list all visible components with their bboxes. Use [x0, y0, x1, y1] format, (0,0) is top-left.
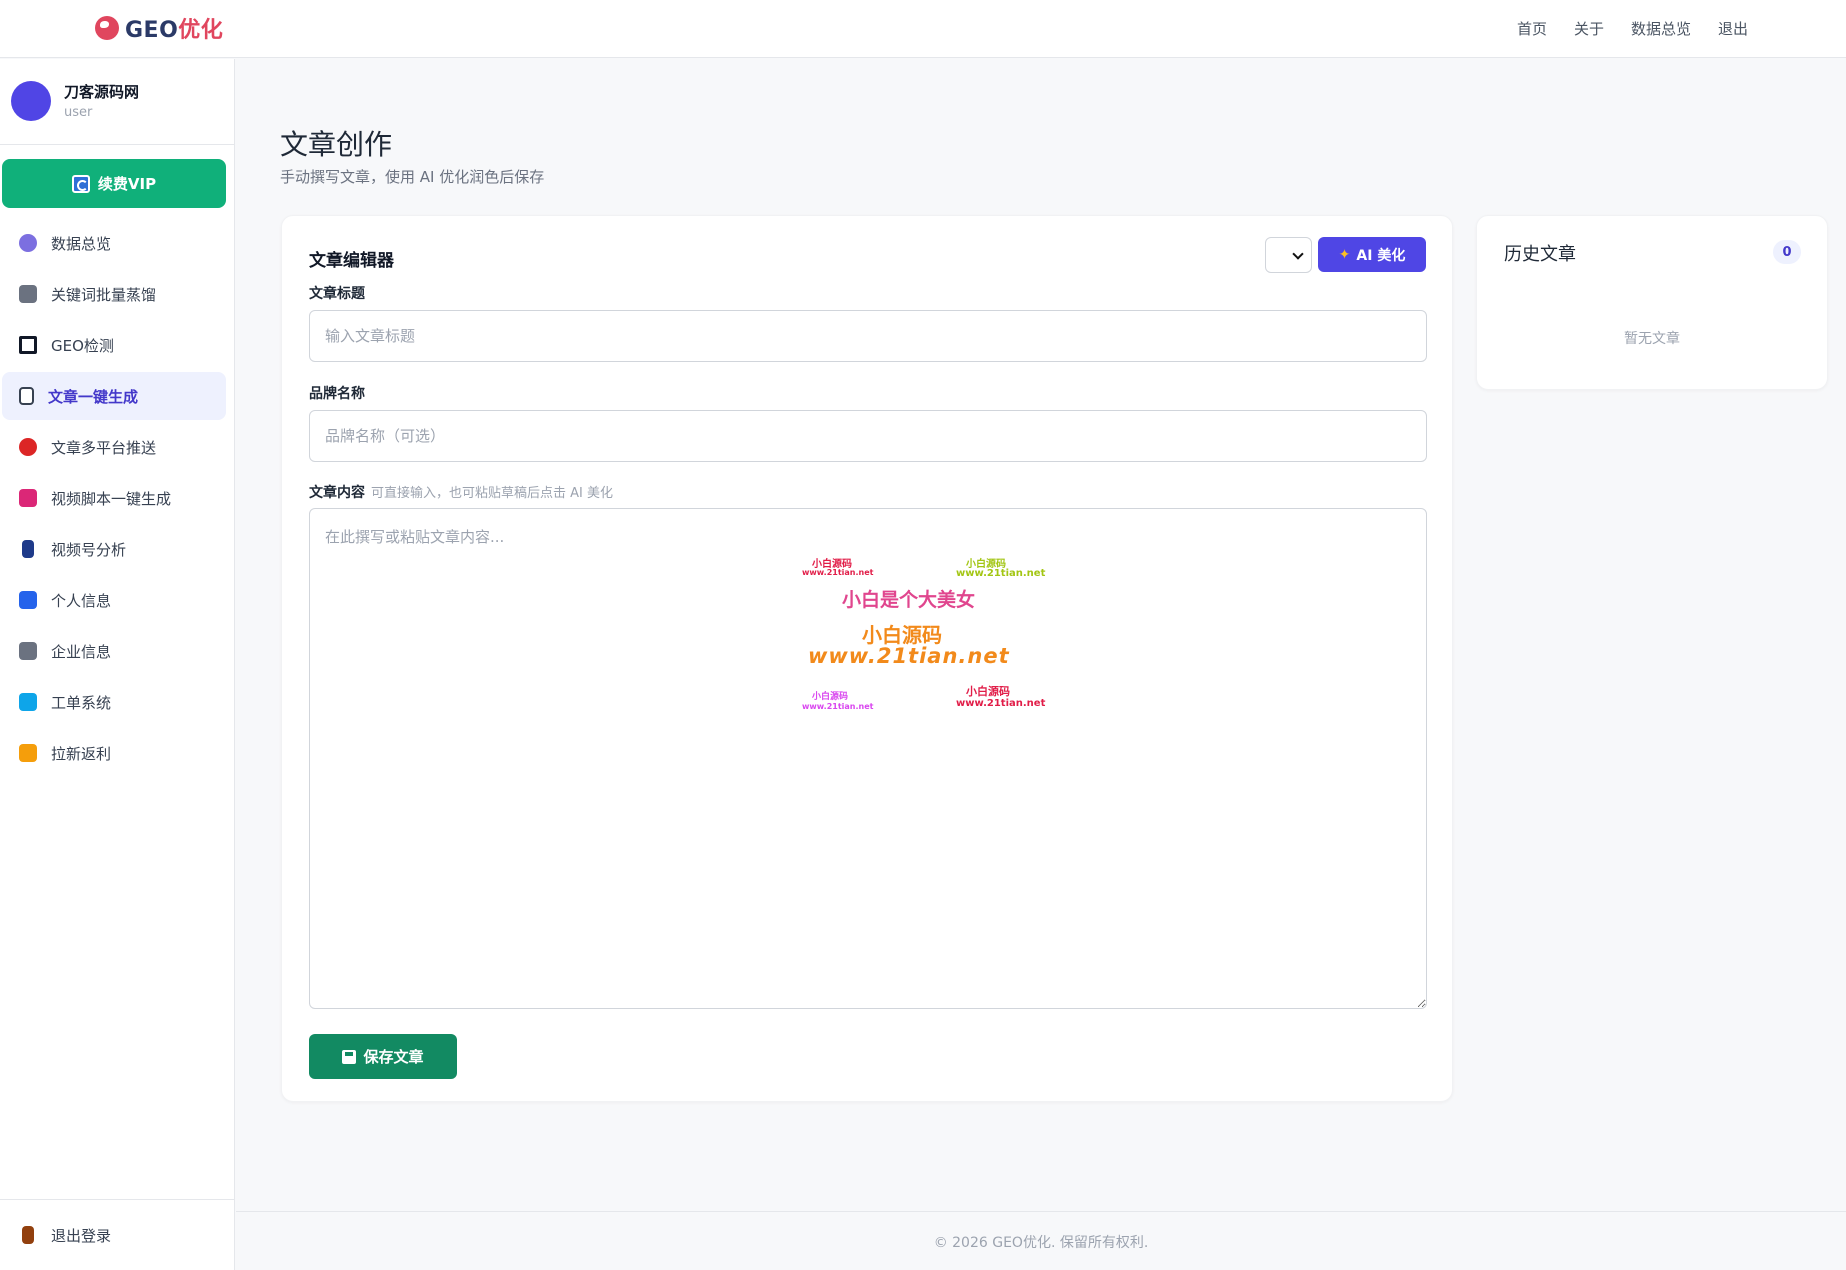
sidebar-item-square[interactable]: GEO检测 — [2, 321, 226, 369]
history-card: 历史文章 0 暂无文章 — [1476, 215, 1828, 390]
content-hint: 可直接输入，也可粘贴草稿后点击 AI 美化 — [371, 486, 613, 501]
nav-about[interactable]: 关于 — [1574, 18, 1604, 39]
brain-icon — [19, 234, 37, 252]
user-role: user — [64, 105, 93, 120]
footer: © 2026 GEO优化. 保留所有权利. — [236, 1211, 1846, 1270]
ribbon-icon — [19, 489, 37, 507]
model-select[interactable] — [1265, 237, 1312, 273]
sidebar-item-factory[interactable]: 企业信息 — [2, 627, 226, 675]
page-subtitle: 手动撰写文章，使用 AI 优化润色后保存 — [280, 168, 545, 186]
nav-home[interactable]: 首页 — [1517, 18, 1547, 39]
sidebar-item-ribbon[interactable]: 视频脚本一键生成 — [2, 474, 226, 522]
history-title: 历史文章 — [1504, 244, 1576, 265]
phone-icon — [22, 540, 34, 558]
mouth-icon — [19, 438, 37, 456]
sidebar-item-phone[interactable]: 视频号分析 — [2, 525, 226, 573]
gift-icon — [19, 744, 37, 762]
document-icon — [19, 387, 34, 405]
sparkle-icon: ✦ — [1338, 246, 1351, 263]
sidebar-item-brain[interactable]: 数据总览 — [2, 219, 226, 267]
title-input[interactable] — [309, 310, 1427, 362]
sidebar-item-logout[interactable]: 退出登录 — [2, 1211, 226, 1259]
top-bar: GEO优化 首页 关于 数据总览 退出 — [0, 0, 1846, 58]
sidebar: 刀客源码网 user 续费VIP 数据总览 关键词批量蒸馏 GEO检测 文章一键生成文… — [0, 59, 235, 1270]
door-icon — [22, 1226, 34, 1244]
title-label: 文章标题 — [309, 286, 365, 302]
sidebar-item-gift[interactable]: 拉新返利 — [2, 729, 226, 777]
avatar — [11, 81, 51, 121]
history-count-badge: 0 — [1773, 240, 1801, 264]
brand-label: 品牌名称 — [309, 386, 365, 402]
save-article-button[interactable]: 保存文章 — [309, 1034, 457, 1079]
floppy-disk-icon — [342, 1049, 357, 1064]
sidebar-item-ticket[interactable]: 工单系统 — [2, 678, 226, 726]
factory-icon — [19, 642, 37, 660]
globe-icon — [95, 16, 119, 40]
brand-input[interactable] — [309, 410, 1427, 462]
square-icon — [19, 336, 37, 354]
sidebar-item-speaker[interactable]: 关键词批量蒸馏 — [2, 270, 226, 318]
speaker-icon — [19, 285, 37, 303]
content-label: 文章内容 — [309, 485, 365, 501]
content-textarea[interactable] — [309, 508, 1427, 1009]
user-panel: 刀客源码网 user — [0, 59, 235, 145]
content-label-row: 文章内容 可直接输入，也可粘贴草稿后点击 AI 美化 — [309, 482, 613, 502]
history-empty-text: 暂无文章 — [1624, 331, 1680, 347]
sidebar-item-repeat[interactable]: 个人信息 — [2, 576, 226, 624]
brand-name: GEO优化 — [125, 18, 224, 43]
editor-card: 文章编辑器 ✦ AI 美化 文章标题 品牌名称 文章内容可直接输入，也可粘贴草稿… — [281, 215, 1453, 1102]
logout-section: 退出登录 — [0, 1199, 235, 1270]
nav-logout[interactable]: 退出 — [1718, 18, 1748, 39]
sidebar-menu: 数据总览 关键词批量蒸馏 GEO检测 文章一键生成 文章多平台推送 视频脚本一键生成 视频号… — [2, 219, 226, 780]
ai-beautify-button[interactable]: ✦ AI 美化 — [1318, 237, 1426, 272]
sidebar-item-document[interactable]: 文章一键生成 — [2, 372, 226, 420]
nav-dashboard[interactable]: 数据总览 — [1631, 18, 1691, 39]
editor-title: 文章编辑器 — [309, 251, 394, 271]
user-name: 刀客源码网 — [64, 83, 140, 101]
page-title: 文章创作 — [280, 128, 393, 161]
renew-vip-button[interactable]: 续费VIP — [2, 159, 226, 208]
repeat-icon — [19, 591, 37, 609]
ticket-icon — [19, 693, 37, 711]
sidebar-item-mouth[interactable]: 文章多平台推送 — [2, 423, 226, 471]
refresh-icon — [71, 174, 90, 193]
brand-logo[interactable]: GEO优化 — [95, 12, 223, 44]
top-nav: 首页 关于 数据总览 退出 — [1517, 18, 1748, 39]
